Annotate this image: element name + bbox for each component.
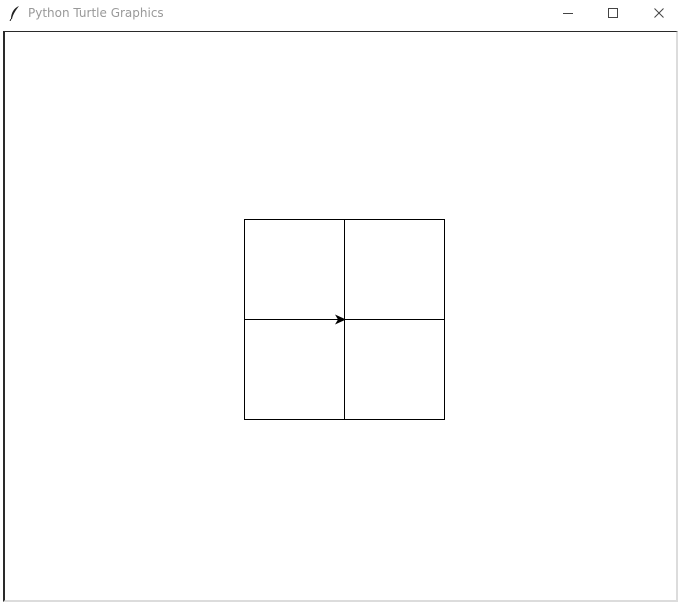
turtle-canvas[interactable] xyxy=(3,31,678,602)
title-bar[interactable]: Python Turtle Graphics xyxy=(0,0,681,30)
turtle-window: Python Turtle Graphics xyxy=(0,0,681,603)
minimize-icon xyxy=(563,13,573,14)
maximize-icon xyxy=(608,8,618,18)
close-button[interactable] xyxy=(636,0,681,26)
minimize-button[interactable] xyxy=(545,0,591,26)
drawing-surface xyxy=(244,219,445,420)
maximize-button[interactable] xyxy=(590,0,636,26)
close-icon xyxy=(654,8,664,18)
feather-icon xyxy=(9,6,19,21)
window-title: Python Turtle Graphics xyxy=(28,6,164,20)
